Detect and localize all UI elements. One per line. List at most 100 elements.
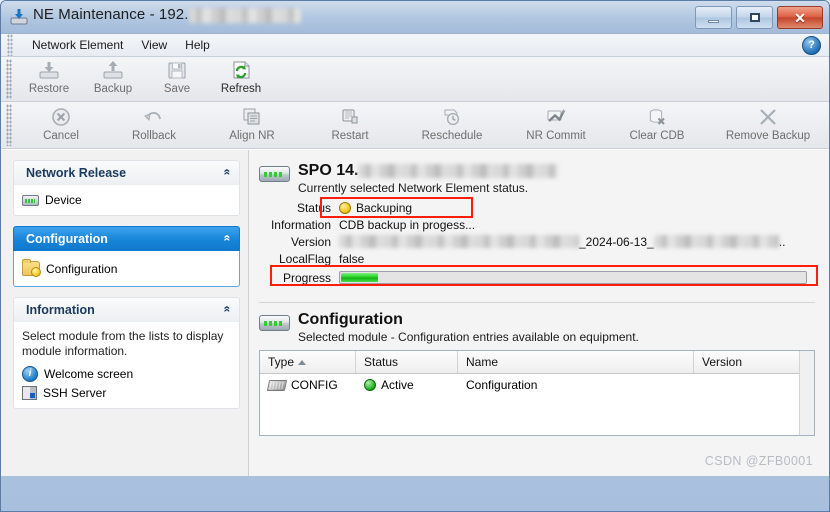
status-value-information: CDB backup in progess... <box>339 217 476 232</box>
config-section-title: Configuration <box>298 311 403 328</box>
table-vertical-scrollbar[interactable] <box>799 351 814 435</box>
table-cell-status-text: Active <box>381 378 414 392</box>
network-element-icon <box>259 315 290 331</box>
sidebar-group-network-release: Network Release « Device <box>13 160 240 216</box>
toolbar-button-nr-commit[interactable]: NR Commit <box>505 106 607 142</box>
toolbar-label-reschedule: Reschedule <box>421 130 483 142</box>
chip-icon <box>266 379 288 391</box>
status-row-information: Information CDB backup in progess... <box>259 216 815 233</box>
status-value-progress <box>339 271 815 284</box>
status-section-title-text: SPO 14. <box>298 162 359 179</box>
table-column-label-type: Type <box>268 355 295 369</box>
menu-item-help[interactable]: Help <box>176 36 219 54</box>
network-element-icon <box>259 166 290 182</box>
maximize-icon <box>749 13 760 22</box>
status-field-list: Status Backuping Information CDB backup … <box>259 197 818 286</box>
table-cell-type: CONFIG <box>260 378 356 392</box>
status-value-version: _2024-06-13_.. <box>339 235 785 249</box>
table-header-row: Type Status Name Version <box>260 351 814 374</box>
menu-item-network-element[interactable]: Network Element <box>23 36 132 54</box>
sidebar-item-device[interactable]: Device <box>22 191 231 209</box>
table-column-header-type[interactable]: Type <box>260 351 356 373</box>
status-row-version: Version _2024-06-13_.. <box>259 233 815 250</box>
status-section-title: SPO 14. <box>298 162 559 180</box>
sidebar-group-body-configuration: Configuration <box>13 251 240 287</box>
toolbar-button-clear-cdb[interactable]: Clear CDB <box>607 106 707 142</box>
status-value-localflag: false <box>339 251 365 266</box>
application-window: NE Maintenance - 192. ✕ Network Element … <box>0 0 830 512</box>
ssh-server-icon <box>22 386 37 400</box>
primary-toolbar-grip[interactable] <box>6 59 12 99</box>
status-green-dot-icon <box>364 379 376 391</box>
toolbar-button-restore[interactable]: Restore <box>17 59 81 95</box>
chevron-up-icon[interactable]: « <box>221 306 235 313</box>
toolbar-button-reschedule[interactable]: Reschedule <box>399 106 505 142</box>
toolbar-button-refresh[interactable]: Refresh <box>209 59 273 95</box>
toolbar-label-refresh: Refresh <box>220 83 262 95</box>
information-hint: Select module from the lists to display … <box>22 329 224 358</box>
toolbar-button-restart[interactable]: Restart <box>301 106 399 142</box>
toolbar-button-rollback[interactable]: Rollback <box>105 106 203 142</box>
table-cell-type-text: CONFIG <box>291 378 338 392</box>
rollback-icon <box>143 106 165 128</box>
sidebar: Network Release « Device Configuration « <box>1 150 249 476</box>
toolbar-button-align-nr[interactable]: Align NR <box>203 106 301 142</box>
status-value-status-text: Backuping <box>356 200 413 215</box>
sidebar-item-configuration[interactable]: Configuration <box>22 259 231 278</box>
section-divider <box>259 302 815 303</box>
chevron-up-icon[interactable]: « <box>221 235 235 242</box>
info-icon: i <box>22 366 38 382</box>
watermark-text: CSDN @ZFB0001 <box>704 454 813 468</box>
window-controls: ✕ <box>695 6 823 29</box>
toolbar-button-backup[interactable]: Backup <box>81 59 145 95</box>
close-icon: ✕ <box>794 9 806 26</box>
remove-backup-icon <box>758 106 778 128</box>
maximize-button[interactable] <box>736 6 773 29</box>
table-cell-status: Active <box>356 378 458 392</box>
sidebar-item-welcome-screen[interactable]: i Welcome screen <box>22 364 231 384</box>
primary-toolbar: Restore Backup Save Refresh <box>1 57 829 102</box>
toolbar-label-cancel: Cancel <box>43 130 79 142</box>
config-section-subtitle: Selected module - Configuration entries … <box>298 330 639 344</box>
chevron-up-icon[interactable]: « <box>221 169 235 176</box>
toolbar-label-align-nr: Align NR <box>229 130 275 142</box>
secondary-toolbar-grip[interactable] <box>6 104 12 146</box>
progress-bar <box>339 271 807 284</box>
window-title: NE Maintenance - 192. <box>33 6 301 23</box>
toolbar-button-save[interactable]: Save <box>145 59 209 95</box>
table-column-header-status[interactable]: Status <box>356 351 458 373</box>
status-label-localflag: LocalFlag <box>278 251 331 266</box>
sidebar-item-label-device: Device <box>45 193 82 207</box>
detail-pane: SPO 14. Currently selected Network Eleme… <box>249 150 829 476</box>
toolbar-button-cancel[interactable]: Cancel <box>17 106 105 142</box>
sidebar-group-header-information[interactable]: Information « <box>13 297 240 322</box>
toolbar-button-remove-backup[interactable]: Remove Backup <box>707 106 829 142</box>
status-yellow-dot-icon <box>339 201 351 214</box>
status-label-information: Information <box>270 217 331 232</box>
sidebar-group-body-network-release: Device <box>13 185 240 216</box>
backup-icon <box>102 59 124 81</box>
help-icon[interactable]: ? <box>802 36 821 55</box>
close-button[interactable]: ✕ <box>777 6 823 29</box>
menu-drag-grip[interactable] <box>7 34 13 56</box>
sidebar-item-ssh-server[interactable]: SSH Server <box>22 384 231 402</box>
redacted-ne-name <box>358 163 559 178</box>
sidebar-group-header-network-release[interactable]: Network Release « <box>13 160 240 185</box>
table-cell-name: Configuration <box>466 378 538 392</box>
minimize-button[interactable] <box>695 6 732 29</box>
table-column-header-name[interactable]: Name <box>458 351 694 373</box>
sidebar-group-configuration: Configuration « Configuration <box>13 226 240 287</box>
sidebar-group-body-information: Select module from the lists to display … <box>13 322 240 409</box>
status-row-status: Status Backuping <box>259 199 815 216</box>
save-icon <box>167 59 187 81</box>
toolbar-label-rollback: Rollback <box>131 130 177 142</box>
sort-ascending-icon <box>298 359 307 365</box>
table-column-label-status: Status <box>364 355 399 369</box>
config-section-header: Configuration Selected module - Configur… <box>259 311 815 344</box>
menu-item-view[interactable]: View <box>132 36 176 54</box>
status-row-progress: Progress <box>259 269 815 286</box>
sidebar-group-header-configuration[interactable]: Configuration « <box>13 226 240 251</box>
table-row[interactable]: CONFIG Active Configuration <box>260 374 814 396</box>
status-label-progress: Progress <box>282 270 331 285</box>
table-column-header-version[interactable]: Version <box>694 351 804 373</box>
